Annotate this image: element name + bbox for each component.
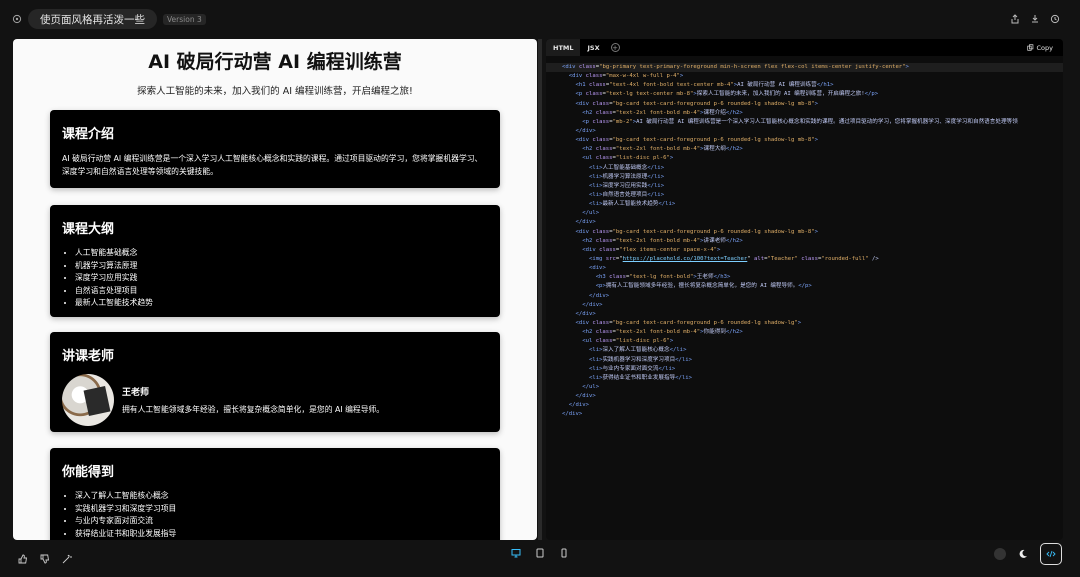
download-icon[interactable]: [1030, 14, 1040, 24]
preview-panel[interactable]: AI 破局行动营 AI 编程训练营 探索人工智能的未来，加入我们的 AI 编程训…: [13, 39, 537, 540]
code-line: <p>拥有人工智能领域多年经验，擅长将复杂概念简单化，是您的 AI 编程导师。<…: [595, 283, 812, 290]
code-line: <div class="max-w-4xl w-full p-4">: [568, 73, 684, 80]
tab-html[interactable]: HTML: [546, 39, 581, 56]
desktop-icon[interactable]: [511, 548, 521, 558]
code-line: <h3 class="text-lg font-bold">王老师</h3>: [595, 274, 731, 281]
magic-wand-icon[interactable]: [62, 554, 72, 564]
tablet-icon[interactable]: [535, 548, 545, 558]
page-title: AI 破局行动营 AI 编程训练营: [148, 51, 402, 73]
add-tab-icon[interactable]: +: [610, 43, 620, 52]
bottom-bar: [0, 540, 1080, 577]
version-badge: Version 3: [163, 13, 206, 25]
code-line: <h1 class="text-4xl font-bold text-cente…: [575, 82, 834, 89]
mobile-icon[interactable]: [559, 548, 569, 558]
share-icon[interactable]: [1010, 14, 1020, 24]
code-tabs: HTML JSX + Copy: [546, 39, 1063, 56]
thumbs-up-icon[interactable]: [18, 554, 28, 564]
code-line: <div class="bg-primary text-primary-fore…: [546, 63, 1063, 73]
code-line: <li>机器学习算法原理</li>: [588, 173, 665, 180]
avatar: [62, 374, 114, 426]
code-line: <h2 class="text-2xl font-bold mb-4">你能得到…: [582, 329, 743, 336]
code-line: <div class="bg-card text-card-foreground…: [575, 137, 819, 144]
list-item: 人工智能基础概念: [75, 247, 488, 260]
list-item: 深入了解人工智能核心概念: [75, 490, 488, 503]
code-line: <div class="bg-card text-card-foreground…: [575, 100, 819, 107]
copy-label: Copy: [1036, 43, 1054, 52]
code-toggle-button[interactable]: [1040, 543, 1062, 565]
list-item: 机器学习算法原理: [75, 260, 488, 273]
teacher-name: 王老师: [122, 387, 150, 398]
moon-icon[interactable]: [1018, 549, 1028, 559]
code-line: </ul>: [582, 210, 600, 217]
code-line: <p class="text-lg text-center mb-8">探索人工…: [575, 91, 879, 98]
outline-list: 人工智能基础概念 机器学习算法原理 深度学习应用实践 自然语言处理项目 最新人工…: [62, 247, 488, 310]
code-panel[interactable]: HTML JSX + Copy <div class="bg-primary t…: [546, 39, 1063, 540]
code-line: </div>: [562, 411, 583, 418]
outline-card: 课程大纲 人工智能基础概念 机器学习算法原理 深度学习应用实践 自然语言处理项目…: [50, 205, 500, 317]
list-item: 获得结业证书和职业发展指导: [75, 528, 488, 541]
code-line: <h2 class="text-2xl font-bold mb-4">课程介绍…: [582, 109, 743, 116]
thumbs-down-icon[interactable]: [40, 554, 50, 564]
view-actions: [994, 543, 1062, 565]
code-line: <div class="flex items-center space-x-4"…: [582, 246, 721, 253]
theme-circle-icon[interactable]: [994, 548, 1006, 560]
code-line: <li>深度学习应用实践</li>: [588, 182, 665, 189]
history-icon[interactable]: [1050, 14, 1060, 24]
code-line: </ul>: [582, 383, 600, 390]
code-line: <h2 class="text-2xl font-bold mb-4">讲课老师…: [582, 237, 743, 244]
teacher-heading: 讲课老师: [62, 349, 115, 364]
list-item: 自然语言处理项目: [75, 285, 488, 298]
gains-heading: 你能得到: [62, 465, 115, 480]
list-item: 最新人工智能技术趋势: [75, 297, 488, 310]
code-view[interactable]: <div class="bg-primary text-primary-fore…: [546, 56, 1063, 419]
code-line: <li>获得结业证书和职业发展指导</li>: [588, 374, 693, 381]
copy-icon: [1026, 44, 1034, 51]
code-line: <ul class="list-disc pl-6">: [582, 338, 674, 345]
list-item: 实践机器学习和深度学习项目: [75, 503, 488, 516]
intro-body: AI 破局行动营 AI 编程训练营是一个深入学习人工智能核心概念和实践的课程。通…: [62, 154, 483, 176]
copy-button[interactable]: Copy: [1026, 43, 1064, 52]
code-line: <li>最新人工智能技术趋势</li>: [588, 201, 676, 208]
teacher-row: 王老师 拥有人工智能领域多年经验，擅长将复杂概念简单化，是您的 AI 编程导师。: [62, 374, 488, 426]
page-subtitle: 探索人工智能的未来，加入我们的 AI 编程训练营，开启编程之旅!: [137, 86, 413, 97]
code-line: </div>: [575, 310, 596, 317]
panel-divider[interactable]: [538, 39, 542, 540]
intro-heading: 课程介绍: [62, 127, 115, 142]
code-line: <li>自然语言处理项目</li>: [588, 191, 665, 198]
device-toggle: [511, 548, 569, 558]
code-line: <li>深入了解人工智能核心概念</li>: [588, 347, 687, 354]
code-line: <div class="bg-card text-card-foreground…: [575, 319, 802, 326]
code-line: </div>: [575, 127, 596, 134]
outline-heading: 课程大纲: [62, 222, 115, 237]
code-line: </div>: [575, 219, 596, 226]
teacher-bio: 拥有人工智能领域多年经验，擅长将复杂概念简单化，是您的 AI 编程导师。: [122, 404, 385, 414]
gains-list: 深入了解人工智能核心概念 实践机器学习和深度学习项目 与业内专家面对面交流 获得…: [62, 490, 488, 540]
code-line: </div>: [568, 402, 589, 409]
code-line: <div>: [588, 265, 606, 272]
top-bar: 使页面风格再活泼一些 Version 3: [0, 0, 1080, 38]
teacher-card: 讲课老师 王老师 拥有人工智能领域多年经验，擅长将复杂概念简单化，是您的 AI …: [50, 332, 500, 432]
header-actions: [1010, 14, 1068, 24]
code-line: <ul class="list-disc pl-6">: [582, 155, 674, 162]
tab-jsx[interactable]: JSX: [580, 39, 606, 56]
list-item: 与业内专家面对面交流: [75, 515, 488, 528]
code-line: <li>与业内专家面对面交流</li>: [588, 365, 676, 372]
gains-card: 你能得到 深入了解人工智能核心概念 实践机器学习和深度学习项目 与业内专家面对面…: [50, 448, 500, 540]
code-icon: [1046, 549, 1056, 559]
chat-title[interactable]: 使页面风格再活泼一些: [28, 9, 157, 29]
settings-icon[interactable]: [12, 14, 22, 24]
code-line: <li>实践机器学习和深度学习项目</li>: [588, 356, 693, 363]
code-line: <h2 class="text-2xl font-bold mb-4">课程大纲…: [582, 146, 743, 153]
code-line: <div class="bg-card text-card-foreground…: [575, 228, 819, 235]
intro-card: 课程介绍 AI 破局行动营 AI 编程训练营是一个深入学习人工智能核心概念和实践…: [50, 110, 500, 188]
code-line: </div>: [582, 301, 603, 308]
code-line: <li>人工智能基础概念</li>: [588, 164, 665, 171]
code-line: </div>: [588, 292, 610, 299]
code-line: <p class="mb-2">AI 破局行动营 AI 编程训练营是一个深入学习…: [582, 118, 1018, 125]
code-line: </div>: [575, 393, 596, 400]
feedback-actions: [18, 554, 72, 564]
code-line: <img src="https://placehold.co/100?text=…: [588, 255, 879, 262]
list-item: 深度学习应用实践: [75, 272, 488, 285]
